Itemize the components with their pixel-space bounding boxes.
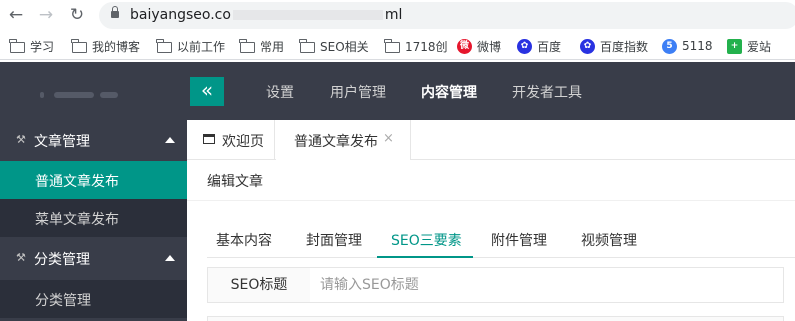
sidebar-group-label: 分类管理 [34, 252, 90, 268]
subtab-basic-content[interactable]: 基本内容 [216, 230, 272, 250]
reload-icon[interactable]: ↻ [66, 4, 88, 26]
tools-icon: ⚒ [16, 251, 26, 264]
tab-label: 欢迎页 [222, 134, 264, 150]
sidebar-group-articles[interactable]: ⚒ 文章管理 [0, 120, 187, 160]
folder-icon [71, 38, 87, 53]
5118-icon: 5 [662, 38, 677, 54]
sidebar-item-menu-article[interactable]: 菜单文章发布 [0, 199, 187, 237]
sidebar-group-label: 文章管理 [34, 134, 90, 150]
page-tab-bar: 欢迎页 普通文章发布 × [187, 120, 795, 160]
topnav-settings[interactable]: 设置 [266, 82, 294, 102]
subtab-video-management[interactable]: 视频管理 [581, 230, 637, 250]
subtab-seo[interactable]: SEO三要素 [391, 230, 462, 250]
double-chevron-left-icon: « [200, 78, 214, 102]
caret-up-icon [165, 255, 175, 261]
app-header [0, 62, 795, 120]
logo [40, 92, 118, 99]
bookmark-item[interactable]: 1718创 [384, 37, 448, 55]
bookmark-item[interactable]: ✿ 百度 [517, 37, 561, 55]
sidebar-item-normal-article[interactable]: 普通文章发布 [0, 161, 187, 199]
bookmark-item[interactable]: + 爱站 [727, 37, 771, 55]
bookmark-item[interactable]: 我的博客 [71, 37, 140, 55]
bookmarks-bar: 学习 我的博客 以前工作 常用 SEO相关 1718创 微微博 ✿ 百度 ✿ 百度指… [0, 32, 795, 60]
tab-normal-article[interactable]: 普通文章发布 × [276, 120, 411, 160]
card-title: 编辑文章 [207, 174, 263, 190]
bookmark-item[interactable]: ✿ 百度指数 [580, 37, 648, 55]
divider [187, 200, 795, 201]
baidu-paw-icon: ✿ [580, 38, 595, 54]
close-icon[interactable]: × [383, 131, 394, 146]
forward-arrow-icon[interactable]: → [35, 4, 57, 26]
next-form-row [207, 316, 784, 321]
subtab-attachments[interactable]: 附件管理 [491, 230, 547, 250]
subtab-divider [207, 257, 795, 258]
browser-toolbar: ← → ↻ baiyangseo.co ml [0, 0, 795, 32]
folder-icon [9, 38, 25, 53]
address-bar[interactable]: baiyangseo.co ml [99, 2, 795, 29]
back-arrow-icon[interactable]: ← [5, 4, 27, 26]
sidebar-item-label: 菜单文章发布 [35, 212, 119, 228]
seo-title-label: SEO标题 [207, 267, 311, 303]
lock-icon [111, 6, 119, 19]
seo-title-input[interactable] [310, 267, 784, 303]
folder-icon [156, 38, 172, 53]
tools-icon: ⚒ [16, 133, 26, 146]
folder-icon [384, 38, 400, 53]
bookmark-item[interactable]: 常用 [239, 37, 284, 55]
caret-up-icon [165, 137, 175, 143]
topnav-content-management[interactable]: 内容管理 [421, 82, 477, 102]
active-subtab-indicator [377, 256, 473, 258]
sidebar-item-label: 分类管理 [35, 293, 91, 309]
weibo-icon: 微 [457, 38, 472, 54]
bookmark-item[interactable]: 学习 [9, 37, 54, 55]
sidebar-item-label: 普通文章发布 [35, 174, 119, 190]
topnav-developer-tools[interactable]: 开发者工具 [512, 82, 582, 102]
bookmark-item[interactable]: 以前工作 [156, 37, 225, 55]
sidebar-collapse-button[interactable]: « [190, 77, 224, 106]
sidebar-group-categories[interactable]: ⚒ 分类管理 [0, 238, 187, 278]
topnav-user-management[interactable]: 用户管理 [330, 82, 386, 102]
bookmark-item[interactable]: 微微博 [457, 37, 501, 55]
tab-label: 普通文章发布 [294, 134, 378, 150]
bookmark-item[interactable]: SEO相关 [299, 37, 369, 55]
tab-welcome[interactable]: 欢迎页 [187, 120, 275, 160]
baidu-paw-icon: ✿ [517, 38, 532, 54]
subtab-cover-management[interactable]: 封面管理 [306, 230, 362, 250]
folder-icon [299, 38, 315, 53]
aizhan-icon: + [727, 38, 742, 54]
bookmark-item[interactable]: 5 5118 [662, 37, 713, 55]
url-text: baiyangseo.co ml [130, 7, 403, 23]
sidebar-item-category-management[interactable]: 分类管理 [0, 280, 187, 318]
window-icon [203, 134, 215, 144]
sidebar: ⚒ 文章管理 普通文章发布 菜单文章发布 ⚒ 分类管理 分类管理 [0, 120, 187, 321]
folder-icon [239, 38, 255, 53]
